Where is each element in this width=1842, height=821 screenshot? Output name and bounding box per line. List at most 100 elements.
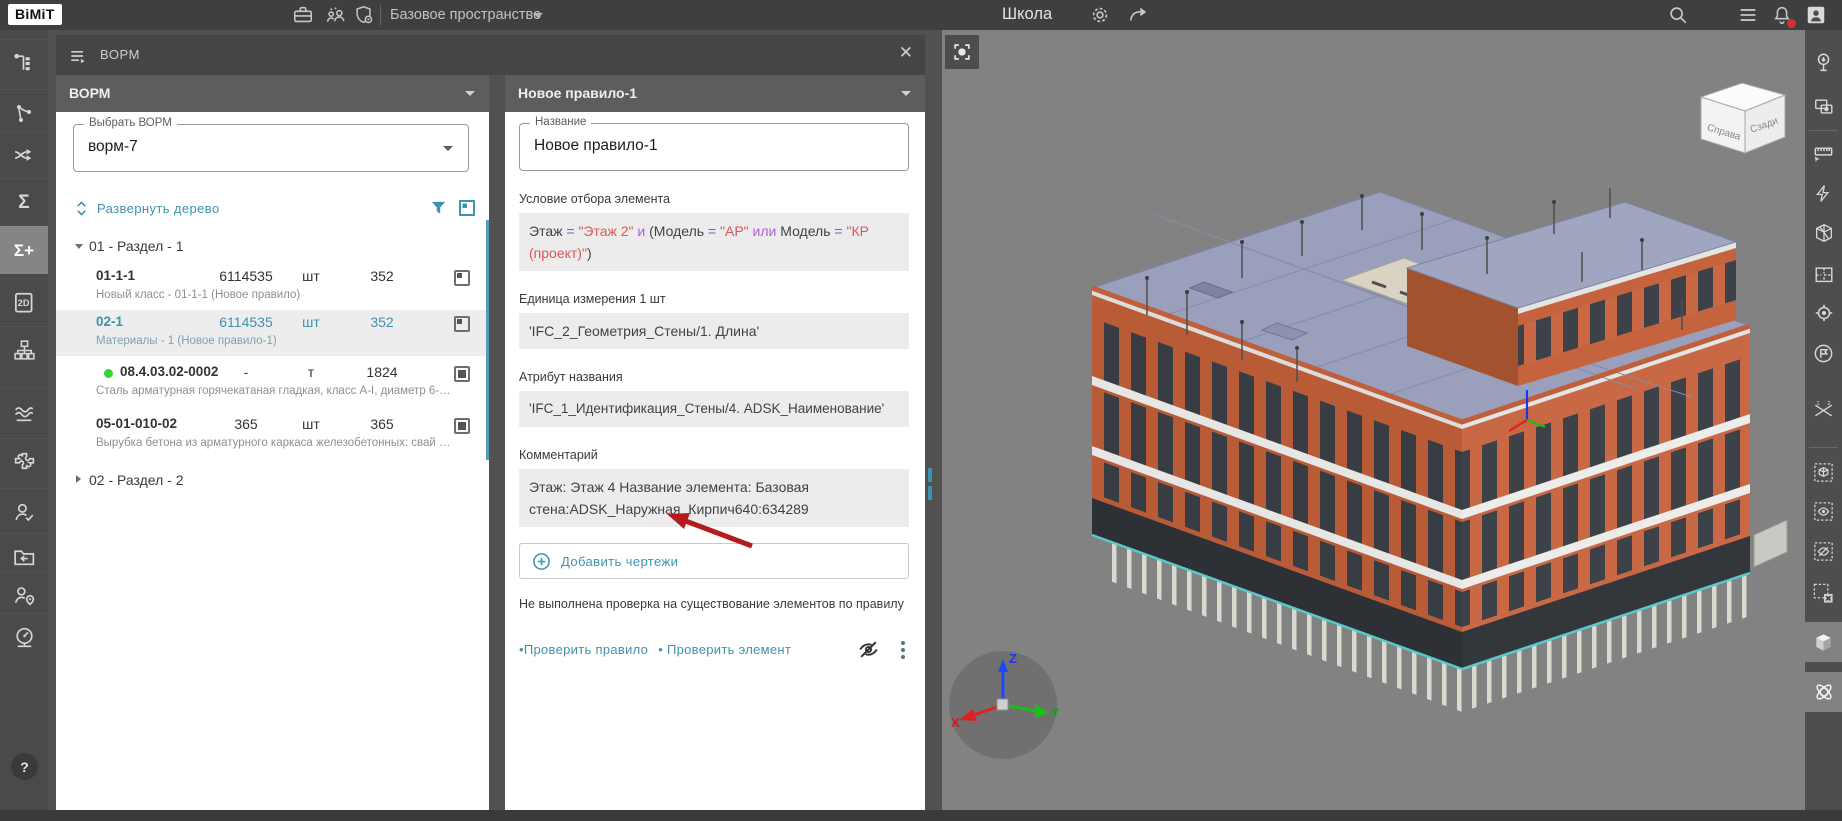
measure-axes-icon[interactable]: 12 [1805, 393, 1842, 427]
settings-gear-icon[interactable] [1088, 3, 1112, 27]
sigma-icon: Σ [18, 192, 29, 214]
sidebar-item-view-2d[interactable]: 2D [0, 278, 48, 326]
vorm-list-panel: ВОРМ Выбрать ВОРМ ворм-7 Развернуть дере… [56, 75, 489, 810]
sidebar-item-structure-tree[interactable] [0, 39, 48, 87]
sidebar-item-sum-rules-add[interactable]: Σ+ [0, 226, 48, 274]
clear-selection-icon[interactable] [1805, 576, 1842, 610]
close-icon[interactable]: ✕ [899, 43, 913, 63]
app-logo[interactable]: BiMiT [8, 4, 62, 25]
locate-target-icon[interactable] [1805, 296, 1842, 330]
account-user-icon[interactable] [1804, 3, 1828, 27]
tree-group-2[interactable]: 02 - Раздел - 2 [56, 468, 489, 492]
clash-lightning-icon[interactable] [1805, 176, 1842, 210]
sidebar-item-sum-rules[interactable]: Σ [0, 178, 48, 226]
floor-plan-icon[interactable] [1805, 258, 1842, 292]
navigation-ball[interactable]: Z X Y [943, 645, 1063, 765]
vorm-select-label: Выбрать ВОРМ [84, 117, 177, 129]
orbit-gyro-icon[interactable] [1805, 672, 1842, 712]
expand-tree-link[interactable]: Развернуть дерево [97, 201, 220, 216]
svg-text:1: 1 [1816, 401, 1819, 407]
panel-resize-handle[interactable] [928, 486, 932, 500]
scrollbar-thumb[interactable] [486, 220, 489, 460]
row-description: Новый класс - 01-1-1 (Новое правило) [96, 289, 452, 301]
more-options-icon[interactable] [901, 641, 905, 659]
share-icon[interactable] [1126, 3, 1150, 27]
vorm-select[interactable]: Выбрать ВОРМ ворм-7 [73, 124, 469, 172]
tree-group-label: 02 - Раздел - 2 [89, 472, 184, 488]
row-state-icon[interactable] [454, 418, 470, 434]
tree-row-1[interactable]: 01-1-1 6114535 шт 352 Новый класс - 01-1… [56, 264, 489, 310]
sidebar-item-hierarchy[interactable] [0, 326, 48, 374]
show-selected-eye-icon[interactable] [1805, 494, 1842, 528]
chevron-down-icon[interactable] [443, 146, 453, 151]
row-state-icon[interactable] [454, 270, 470, 286]
filter-icon[interactable] [429, 199, 448, 218]
panel-mode-icon[interactable] [457, 198, 477, 218]
notifications-bell-icon[interactable] [1770, 3, 1794, 27]
svg-text:2D: 2D [18, 297, 30, 307]
window-title-bar[interactable]: ВОРМ ✕ [56, 35, 925, 75]
tree-row-2-selected[interactable]: 02-1 6114535 шт 352 Материалы - 1 (Новое… [56, 310, 489, 356]
add-drawings-button[interactable]: Добавить чертежи [519, 543, 909, 579]
tasks-list-icon[interactable] [1736, 3, 1760, 27]
sidebar-item-user-location[interactable] [0, 571, 48, 619]
row-count: 365 [336, 416, 428, 432]
comment-label: Комментарий [519, 448, 909, 462]
measure-ruler-icon[interactable] [1805, 135, 1842, 169]
shaded-view-cube-icon[interactable] [1805, 622, 1842, 662]
rule-name-input[interactable] [534, 137, 864, 155]
chevron-down-icon[interactable] [465, 91, 475, 96]
comment-value[interactable]: Этаж: Этаж 4 Название элемента: Базовая … [519, 469, 909, 527]
check-rule-link[interactable]: •Проверить правило [519, 642, 648, 657]
building-model[interactable] [942, 30, 1805, 811]
help-button[interactable]: ? [11, 753, 38, 780]
chevron-down-icon[interactable] [533, 13, 543, 18]
view-cube[interactable]: Справа Сзади [1695, 75, 1790, 160]
attribute-value[interactable]: 'IFC_1_Идентификация_Стены/4. ADSK_Наиме… [519, 391, 909, 427]
rule-panel-header[interactable]: Новое правило-1 [505, 75, 925, 112]
vorm-panel-header[interactable]: ВОРМ [56, 75, 489, 112]
teams-icon[interactable] [323, 3, 347, 27]
security-badge-icon[interactable] [352, 3, 376, 27]
focus-capture-button[interactable] [945, 35, 979, 69]
sidebar-item-data-mapping[interactable] [0, 131, 48, 179]
capture-views-icon[interactable] [1805, 90, 1842, 124]
projects-briefcase-icon[interactable] [291, 3, 315, 27]
chevron-down-icon[interactable] [901, 91, 911, 96]
tree-group-1[interactable]: 01 - Раздел - 1 [56, 234, 489, 258]
row-qty: 6114535 [206, 268, 286, 284]
unit-value[interactable]: 'IFC_2_Геометрия_Стены/1. Длина' [519, 313, 909, 349]
row-code: 01-1-1 [96, 268, 135, 283]
condition-value[interactable]: Этаж = "Этаж 2" и (Модель = "АР" или Мод… [519, 213, 909, 271]
issues-flag-icon[interactable] [1805, 336, 1842, 370]
check-element-link[interactable]: • Проверить элемент [658, 642, 791, 657]
sidebar-item-analytics[interactable] [0, 388, 48, 436]
sidebar-item-connections[interactable] [0, 89, 48, 137]
hide-selected-eye-off-icon[interactable] [1805, 534, 1842, 568]
model-tree-icon[interactable] [1805, 46, 1842, 80]
panel-resize-handle[interactable] [928, 468, 932, 482]
model-viewport[interactable]: Справа Сзади Z X Y [942, 30, 1805, 811]
row-state-icon[interactable] [454, 316, 470, 332]
panel-menu-icon[interactable] [68, 46, 88, 71]
eye-off-icon[interactable] [856, 637, 881, 662]
sidebar-item-dashboard[interactable] [0, 613, 48, 661]
expand-collapse-icon[interactable] [75, 200, 88, 217]
caret-down-icon [75, 244, 83, 249]
charts-waves-icon [12, 400, 37, 425]
rule-name-label: Название [530, 116, 591, 128]
section-cube-icon[interactable] [1805, 216, 1842, 250]
sidebar-item-user-tasks[interactable] [0, 488, 48, 536]
row-state-icon[interactable] [454, 366, 470, 382]
sidebar-item-plugins[interactable] [0, 438, 48, 486]
row-code: 08.4.03.02-0002 [120, 364, 218, 379]
axis-y-label: Y [1051, 705, 1060, 720]
search-icon[interactable] [1666, 3, 1690, 27]
notification-badge [1787, 19, 1796, 28]
check-warning-text: Не выполнена проверка на существование э… [519, 597, 909, 611]
selection-cube-icon[interactable] [1805, 455, 1842, 489]
tree-row-3[interactable]: 08.4.03.02-0002 - т 1824 Сталь арматурна… [56, 360, 489, 406]
toolbar-separator [1809, 130, 1838, 131]
workspace-selector[interactable]: Базовое пространство [390, 0, 541, 30]
tree-row-4[interactable]: 05-01-010-02 365 шт 365 Вырубка бетона и… [56, 412, 489, 458]
